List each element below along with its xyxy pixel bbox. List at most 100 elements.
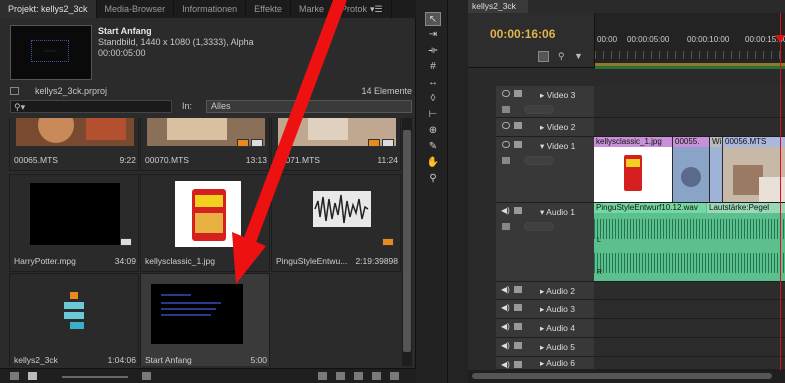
list-view-icon[interactable] xyxy=(10,372,19,380)
slip-tool-icon[interactable]: ⊢ xyxy=(425,108,441,122)
zoom-tool-icon[interactable]: ⚲ xyxy=(425,172,441,186)
eye-icon[interactable] xyxy=(502,141,510,148)
new-bin-icon[interactable] xyxy=(354,372,363,380)
sync-lock-icon[interactable] xyxy=(514,323,522,330)
sync-lock-icon[interactable] xyxy=(514,286,522,293)
track-area[interactable] xyxy=(594,338,785,357)
sync-lock-icon[interactable] xyxy=(514,342,522,349)
display-style-icon[interactable] xyxy=(502,106,510,113)
track-area[interactable]: kellysclassic_1.jpg 00055. Wi 00056.MTS xyxy=(594,137,785,203)
search-input[interactable]: ⚲▾ xyxy=(10,100,172,113)
track-area[interactable] xyxy=(594,118,785,137)
timeline-scrollbar[interactable] xyxy=(468,370,785,383)
track-area[interactable] xyxy=(594,86,785,118)
ruler-tick: 00:00:10:00 xyxy=(687,35,730,44)
project-item[interactable]: kellys2_3ck 1:04:06 xyxy=(9,273,139,366)
razor-tool-icon[interactable]: ◊ xyxy=(425,92,441,106)
tab-project[interactable]: Projekt: kellys2_3ck xyxy=(0,0,97,18)
video-clip[interactable]: 00056.MTS xyxy=(723,137,785,202)
tab-sequence[interactable]: kellys2_3ck xyxy=(468,0,528,13)
link-icon[interactable]: ⚲ xyxy=(558,51,565,62)
item-name: HarryPotter.mpg xyxy=(14,256,76,266)
track-area[interactable] xyxy=(594,300,785,319)
scroll-thumb[interactable] xyxy=(472,373,772,379)
project-item[interactable]: 00065.MTS 9:22 xyxy=(9,118,139,171)
timecode-display[interactable]: 00:00:16:06 xyxy=(490,27,555,41)
speaker-icon[interactable]: ◀) xyxy=(501,303,510,312)
item-name: kellys2_3ck xyxy=(14,355,58,365)
slide-tool-icon[interactable]: ⊕ xyxy=(425,124,441,138)
delete-icon[interactable] xyxy=(390,372,399,380)
playhead-handle[interactable] xyxy=(775,35,785,43)
tab-effects[interactable]: Effekte xyxy=(246,0,291,18)
item-name: 00071.MTS xyxy=(276,155,320,165)
tab-markers[interactable]: Marke xyxy=(291,0,333,18)
rolling-edit-tool-icon[interactable]: # xyxy=(425,60,441,74)
video-clip[interactable]: Wi xyxy=(710,137,722,202)
scroll-thumb[interactable] xyxy=(403,130,411,352)
sync-lock-icon[interactable] xyxy=(514,90,522,97)
track-name: ▸ Video 2 xyxy=(540,122,576,132)
speaker-icon[interactable]: ◀) xyxy=(501,341,510,350)
keyframe-nav[interactable] xyxy=(524,222,554,231)
track-name: ▸ Audio 2 xyxy=(540,286,576,296)
eye-icon[interactable] xyxy=(502,90,510,97)
track-video-1: ▾ Video 1 kellysclassic_1.jpg 00055. Wi … xyxy=(468,137,785,203)
sort-icon[interactable] xyxy=(142,372,151,380)
time-ruler[interactable]: 00:00 00:00:05:00 00:00:10:00 00:00:15:0… xyxy=(594,13,785,69)
project-item[interactable]: PinguStyleEntwu... 2:19:39898 xyxy=(271,174,401,272)
project-file-row: kellys2_3ck.prproj 14 Elemente xyxy=(10,85,412,98)
tab-info[interactable]: Informationen xyxy=(174,0,247,18)
project-item-selected[interactable]: Start Anfang 5:00 xyxy=(140,273,270,366)
new-item-icon[interactable] xyxy=(372,372,381,380)
in-filter-select[interactable]: Alles xyxy=(206,100,412,113)
project-item[interactable]: 00071.MTS 11:24 xyxy=(271,118,401,171)
sync-lock-icon[interactable] xyxy=(514,304,522,311)
sync-lock-icon[interactable] xyxy=(514,122,522,129)
selection-tool-icon[interactable]: ↖ xyxy=(425,12,441,26)
sync-lock-icon[interactable] xyxy=(514,207,522,214)
find-icon[interactable] xyxy=(336,372,345,380)
clip-label: PinguStyleEntwurf10.12.wav xyxy=(594,203,706,213)
audio-clip[interactable]: PinguStyleEntwurf10.12.wav Lautstärke:Pe… xyxy=(594,203,785,281)
track-area[interactable] xyxy=(594,319,785,338)
tab-media-browser[interactable]: Media-Browser xyxy=(97,0,175,18)
project-item[interactable]: HarryPotter.mpg 34:09 xyxy=(9,174,139,272)
ripple-edit-tool-icon[interactable]: ⟛ xyxy=(425,44,441,58)
display-style-icon[interactable] xyxy=(502,157,510,164)
marker-icon[interactable]: ▼ xyxy=(574,51,583,61)
project-item[interactable]: kellysclassic_1.jpg xyxy=(140,174,270,272)
sync-lock-icon[interactable] xyxy=(514,361,522,368)
track-select-tool-icon[interactable]: ⇥ xyxy=(425,28,441,42)
video-clip[interactable]: 00055. xyxy=(673,137,709,202)
image-thumbnail xyxy=(175,181,241,247)
rate-stretch-tool-icon[interactable]: ↔ xyxy=(425,76,441,90)
icon-view-icon[interactable] xyxy=(28,372,37,380)
render-bar xyxy=(595,66,785,69)
track-area[interactable] xyxy=(594,282,785,300)
pen-tool-icon[interactable]: ✎ xyxy=(425,140,441,154)
item-duration: 13:13 xyxy=(245,155,267,165)
zoom-slider[interactable] xyxy=(62,376,128,378)
speaker-icon[interactable]: ◀) xyxy=(501,206,510,215)
track-area[interactable] xyxy=(594,357,785,370)
keyframe-nav[interactable] xyxy=(524,105,554,114)
speaker-icon[interactable]: ◀) xyxy=(501,285,510,294)
waveform-icon[interactable] xyxy=(502,223,510,230)
panel-menu-icon[interactable]: ▾☰ xyxy=(370,4,383,14)
snap-icon[interactable] xyxy=(538,51,549,62)
video-clip[interactable]: kellysclassic_1.jpg xyxy=(594,137,672,202)
hand-tool-icon[interactable]: ✋ xyxy=(425,156,441,170)
keyframe-nav[interactable] xyxy=(524,156,554,165)
tab-history[interactable]: Protok ▾☰ xyxy=(333,0,392,18)
playhead-line[interactable] xyxy=(780,13,781,383)
track-area[interactable]: PinguStyleEntwurf10.12.wav Lautstärke:Pe… xyxy=(594,203,785,282)
grid-scrollbar[interactable] xyxy=(402,118,412,366)
search-row: ⚲▾ In: Alles xyxy=(10,100,412,114)
speaker-icon[interactable]: ◀) xyxy=(501,360,510,369)
sync-lock-icon[interactable] xyxy=(514,141,522,148)
eye-icon[interactable] xyxy=(502,122,510,129)
automate-icon[interactable] xyxy=(318,372,327,380)
speaker-icon[interactable]: ◀) xyxy=(501,322,510,331)
project-item[interactable]: 00070.MTS 13:13 xyxy=(140,118,270,171)
